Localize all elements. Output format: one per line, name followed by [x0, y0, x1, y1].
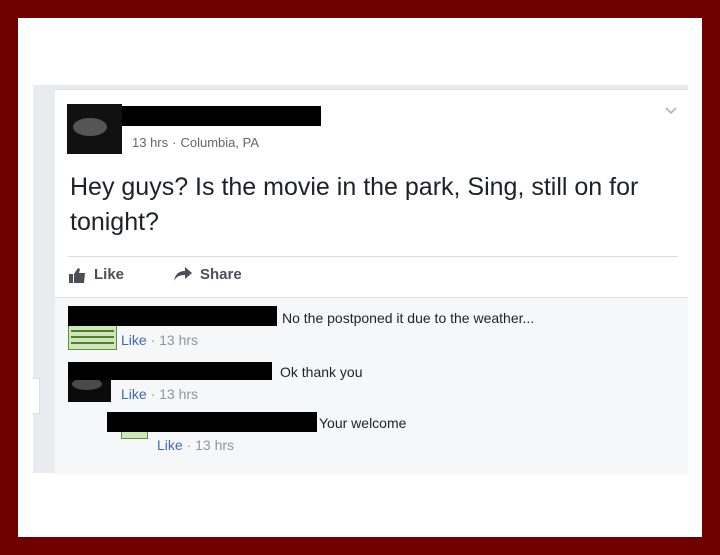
comment-text: Ok thank you: [280, 364, 363, 380]
redacted-commenter-name: [68, 362, 272, 380]
comment-meta-separator: ·: [150, 332, 156, 348]
comment-meta: Like · 13 hrs: [121, 332, 198, 348]
reply-text: Your welcome: [319, 415, 407, 431]
reply-like-link[interactable]: Like: [157, 437, 183, 453]
redacted-author-name: [122, 106, 321, 126]
reply-time[interactable]: 13 hrs: [195, 437, 234, 453]
comment-time[interactable]: 13 hrs: [159, 386, 198, 402]
like-button[interactable]: Like: [69, 266, 124, 283]
like-label: Like: [94, 266, 125, 283]
comment-meta-separator: ·: [150, 386, 156, 402]
post-location[interactable]: Columbia, PA: [180, 135, 259, 150]
post-author-avatar[interactable]: [67, 104, 122, 154]
share-arrow-icon: [174, 267, 192, 282]
comment-like-link[interactable]: Like: [121, 332, 147, 348]
reply-meta: Like · 13 hrs: [157, 437, 234, 453]
thumbs-up-icon: [69, 267, 86, 283]
share-button[interactable]: Share: [174, 266, 242, 283]
redacted-commenter-name: [68, 306, 277, 326]
chevron-down-icon[interactable]: [664, 103, 678, 117]
post-meta: 13 hrs · Columbia, PA: [132, 135, 259, 150]
redacted-replier-name: [107, 412, 317, 432]
comment-text: No the postponed it due to the weather..…: [282, 310, 535, 326]
post-text: Hey guys? Is the movie in the park, Sing…: [70, 173, 639, 236]
comment-like-link[interactable]: Like: [121, 386, 147, 402]
comment-time[interactable]: 13 hrs: [159, 332, 198, 348]
post-time[interactable]: 13 hrs: [132, 135, 168, 150]
post-meta-separator: ·: [172, 135, 177, 150]
share-label: Share: [200, 266, 242, 283]
post-divider: [68, 256, 678, 257]
comment-meta: Like · 13 hrs: [121, 386, 198, 402]
reply-meta-separator: ·: [186, 437, 192, 453]
side-tab: [33, 378, 40, 414]
